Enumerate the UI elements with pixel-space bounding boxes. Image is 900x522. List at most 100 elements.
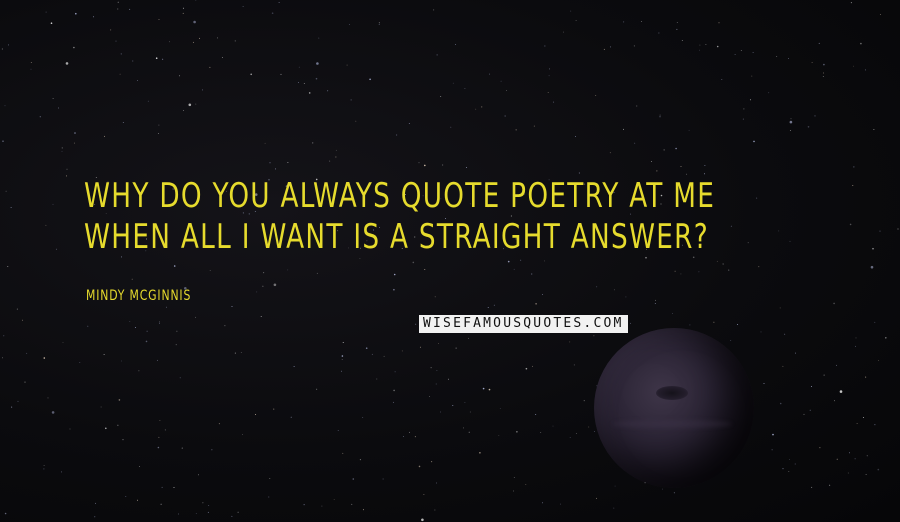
star [877,468,880,471]
star [481,106,483,108]
star [852,185,854,186]
star [680,273,682,275]
star [419,346,421,348]
star [704,173,705,175]
star [718,22,720,24]
star [779,402,782,405]
star [596,497,597,499]
star [17,400,19,402]
star [603,48,605,50]
star [175,344,177,346]
star [836,458,838,460]
star [61,471,63,473]
star [819,447,821,449]
star [260,316,262,318]
star [209,66,211,68]
star [588,426,590,428]
star [342,452,344,454]
star [525,484,527,485]
star [513,477,515,478]
star [94,516,96,518]
star [192,41,194,43]
star [698,271,700,273]
star [513,268,515,270]
star [409,431,411,433]
star [865,376,867,378]
star [760,331,762,333]
watermark-logo[interactable]: WISEFAMOUSQUOTES.COM [419,315,628,333]
star [181,447,183,449]
star [672,312,674,314]
star [811,62,813,64]
star [532,365,533,367]
star [362,417,364,418]
star [629,322,631,324]
star [768,92,770,94]
star [493,304,495,306]
star [333,499,335,501]
star [231,306,233,307]
star [362,509,364,511]
star [346,64,348,66]
star [424,268,426,270]
star [271,12,274,14]
star [159,320,161,322]
star [680,165,682,167]
star [623,128,624,130]
star [193,20,196,24]
star [10,206,12,208]
star [4,105,6,107]
star [811,486,813,488]
star [26,352,28,354]
star [45,11,47,13]
star [847,472,849,474]
star [553,101,555,103]
star [878,360,880,361]
star [659,116,661,118]
star [199,37,201,39]
star [823,374,825,376]
star [487,307,489,308]
star [431,461,433,463]
star [575,136,576,137]
star [234,40,236,42]
star [434,509,436,511]
star [452,405,454,407]
star [218,423,220,425]
star [552,425,554,427]
star [855,345,856,347]
star [563,31,564,33]
star [782,468,784,470]
star [656,170,658,172]
star [699,49,701,51]
star [636,105,638,107]
star [464,88,466,90]
star [436,482,437,484]
star [22,319,24,321]
star [468,431,470,433]
star [117,8,119,10]
planet-storm-spot [656,386,688,400]
star [818,42,820,44]
star [463,427,464,429]
star [202,502,204,504]
star [872,247,874,250]
star [316,272,318,274]
star [525,367,528,370]
star [43,357,46,359]
star [788,58,789,59]
star [535,414,537,416]
star [155,57,158,59]
star [8,44,9,46]
star [595,95,597,97]
star [408,123,410,124]
star [833,302,835,305]
star [55,248,57,250]
star [348,24,350,26]
star [447,378,449,380]
star [423,494,425,495]
star [43,465,45,466]
star [874,321,876,323]
star [50,22,53,25]
star [542,502,544,504]
